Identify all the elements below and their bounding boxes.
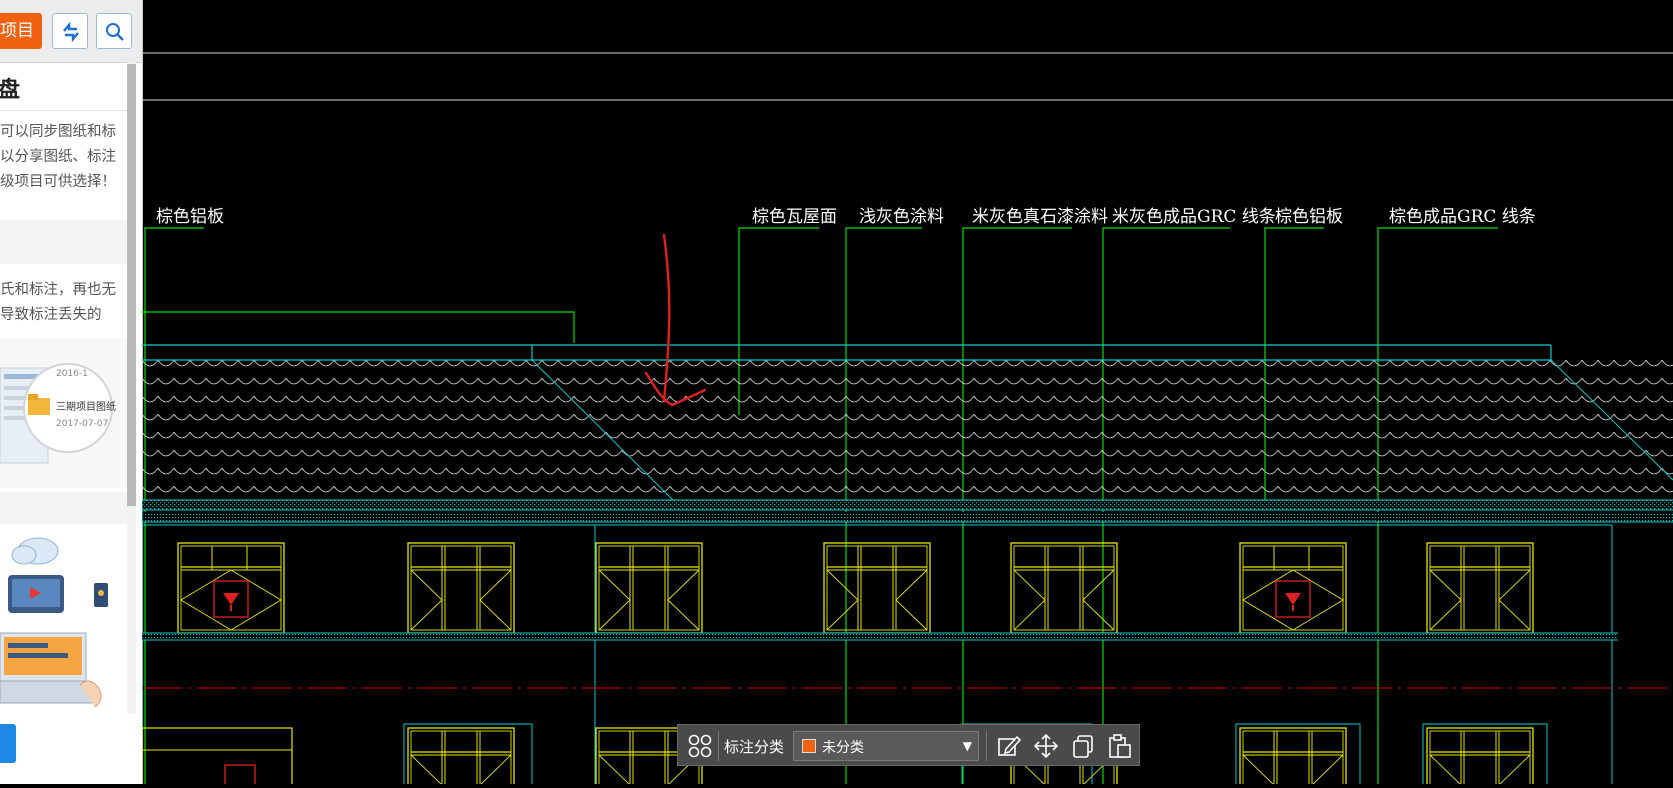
annotation-toolbar: 标注分类 未分类 ▼ — [677, 724, 1140, 766]
edit-icon[interactable] — [996, 733, 1022, 759]
annotation-category-label: 标注分类 — [724, 738, 785, 756]
copy-icon[interactable] — [1070, 733, 1096, 759]
roof — [142, 344, 1673, 526]
card-text-line: 级项目可供选择！ — [0, 174, 116, 190]
toolbar-divider — [718, 731, 719, 761]
drawing-label: 棕色铝板 — [1275, 207, 1343, 227]
drawing-label: 棕色瓦屋面 — [752, 207, 837, 227]
upper-windows — [177, 542, 1534, 634]
side-panel: 项目 盘 可以同步图纸和标 以分享图纸、标注 级项目可供选择！ 氏和标注，再也无… — [0, 0, 143, 784]
side-panel-toolbar: 项目 — [0, 0, 142, 63]
cad-drawing-canvas[interactable]: 棕色铝板 棕色瓦屋面 浅灰色涂料 米灰色真石漆涂料 米灰色成品GRC 线条 棕色… — [141, 0, 1673, 788]
annotation-category-select[interactable]: 未分类 ▼ — [793, 731, 979, 761]
category-select-value: 未分类 — [822, 740, 864, 756]
new-project-button-label: 项目 — [0, 21, 34, 41]
new-project-button[interactable]: 项目 — [0, 13, 42, 49]
card-title: 盘 — [0, 78, 21, 103]
section-gap — [0, 492, 127, 524]
divider — [0, 110, 127, 111]
card-text-line: 导致标注丢失的 — [0, 307, 102, 323]
drawing-label: 米灰色真石漆涂料 — [972, 207, 1108, 227]
paste-icon[interactable] — [1107, 733, 1133, 759]
section-gap — [0, 220, 127, 264]
drawing-label: 棕色铝板 — [156, 207, 224, 227]
side-panel-scrollbar[interactable] — [127, 62, 136, 714]
side-action-button[interactable] — [0, 724, 16, 763]
drawing-svg: 棕色铝板 棕色瓦屋面 浅灰色涂料 米灰色真石漆涂料 米灰色成品GRC 线条 棕色… — [141, 52, 1673, 788]
material-labels: 棕色铝板 棕色瓦屋面 浅灰色涂料 米灰色真石漆涂料 米灰色成品GRC 线条 棕色… — [156, 207, 1536, 227]
sync-button[interactable] — [52, 13, 88, 49]
drawing-label: 米灰色成品GRC 线条 — [1112, 207, 1276, 227]
drawing-label: 棕色成品GRC 线条 — [1389, 207, 1536, 227]
search-button[interactable] — [96, 13, 132, 49]
illustration-folder-label: 三期项目图纸 — [56, 400, 116, 413]
illustration-date-top: 2016-1 — [56, 369, 88, 379]
cloud-devices-illustration — [0, 525, 127, 720]
toolbar-divider — [986, 731, 987, 761]
illustration-date-bottom: 2017-07-07 — [56, 419, 108, 429]
search-icon — [106, 23, 124, 41]
scrollbar-thumb[interactable] — [127, 64, 136, 506]
card-text-line: 氏和标注，再也无 — [0, 282, 116, 298]
move-icon[interactable] — [1033, 733, 1059, 759]
chevron-down-icon: ▼ — [962, 739, 972, 753]
layout-grid-icon[interactable] — [687, 733, 713, 759]
category-color-swatch — [802, 739, 816, 753]
card-text-line: 以分享图纸、标注 — [0, 149, 116, 165]
sync-icon — [63, 21, 79, 43]
card-text-line: 可以同步图纸和标 — [0, 124, 116, 140]
drawing-label: 浅灰色涂料 — [859, 207, 944, 227]
sync-illustration: 2016-1 三期项目图纸 2017-07-07 — [0, 338, 127, 488]
